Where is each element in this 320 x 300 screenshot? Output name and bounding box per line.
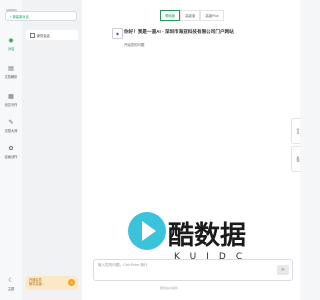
footer-note: 服务由AI提供 xyxy=(160,286,178,290)
left-rail: ◉ 对话 ▤ 文档解析 ▦ 创意写作 ✎ 灵感大师 ✿ 绘画创作 ☾ 主题 xyxy=(0,0,23,300)
model-tabs: 基础版 高级版 高级Plus xyxy=(160,10,224,21)
bot-avatar: ◆ xyxy=(112,28,123,39)
rail-item-label: 主题 xyxy=(7,287,15,291)
lightning-icon: ϟ xyxy=(68,279,75,286)
rail-item-chat[interactable]: ◉ 对话 xyxy=(0,38,22,51)
rail-item-label: 文档解析 xyxy=(4,75,18,79)
bot-greeting: 你好！我是一道AI - 深圳市海亚科技有限公司门户网站 xyxy=(124,29,234,34)
rail-item-writing[interactable]: ▦ 创意写作 xyxy=(0,94,22,107)
send-button[interactable]: ➤ xyxy=(277,265,289,275)
session-item[interactable]: 新的会话 xyxy=(26,30,78,40)
tab-basic[interactable]: 基础版 xyxy=(160,10,181,21)
moon-icon: ☾ xyxy=(8,278,14,284)
tab-advanced-plus[interactable]: 高级Plus xyxy=(200,10,224,21)
rail-item-inspiration[interactable]: ✎ 灵感大师 xyxy=(0,120,22,133)
rail-item-paint[interactable]: ✿ 绘画创作 xyxy=(0,146,22,159)
chat-icon xyxy=(30,32,35,38)
new-chat-button[interactable]: + 新建新对话 xyxy=(5,11,77,21)
rail-item-doc[interactable]: ▤ 文档解析 xyxy=(0,66,22,79)
share-button[interactable]: 分享 xyxy=(291,118,300,144)
session-sidebar xyxy=(22,0,82,300)
watermark-play-icon xyxy=(128,212,166,250)
watermark-logo: 酷数据 xyxy=(168,221,247,251)
membership-banner[interactable]: 开通会员 畅享高速... ϟ xyxy=(26,276,78,290)
document-icon: ▤ xyxy=(8,66,14,72)
chat-icon: ◉ xyxy=(8,38,14,44)
send-icon: ➤ xyxy=(280,267,286,273)
new-chat-label: + 新建新对话 xyxy=(10,14,29,19)
message-input[interactable]: 输入您的问题，Ctrl+Enter 换行 xyxy=(93,259,293,281)
rail-item-label: 灵感大师 xyxy=(4,129,18,133)
rail-item-label: 绘画创作 xyxy=(4,155,18,159)
watermark-subtext: KUIDC xyxy=(174,252,253,262)
bot-subtitle: 开始您的问题 xyxy=(124,43,145,47)
rail-item-theme[interactable]: ☾ 主题 xyxy=(0,278,22,291)
feather-icon: ✎ xyxy=(8,120,14,126)
rail-item-label: 对话 xyxy=(7,47,15,51)
palette-icon: ✿ xyxy=(8,146,14,152)
session-label: 新的会话 xyxy=(37,33,50,38)
pen-icon: ▦ xyxy=(8,94,14,100)
rail-item-label: 创意写作 xyxy=(4,103,18,107)
feedback-button[interactable]: 反馈 xyxy=(291,146,300,172)
tab-advanced[interactable]: 高级版 xyxy=(180,10,201,21)
input-placeholder: 输入您的问题，Ctrl+Enter 换行 xyxy=(98,263,148,267)
